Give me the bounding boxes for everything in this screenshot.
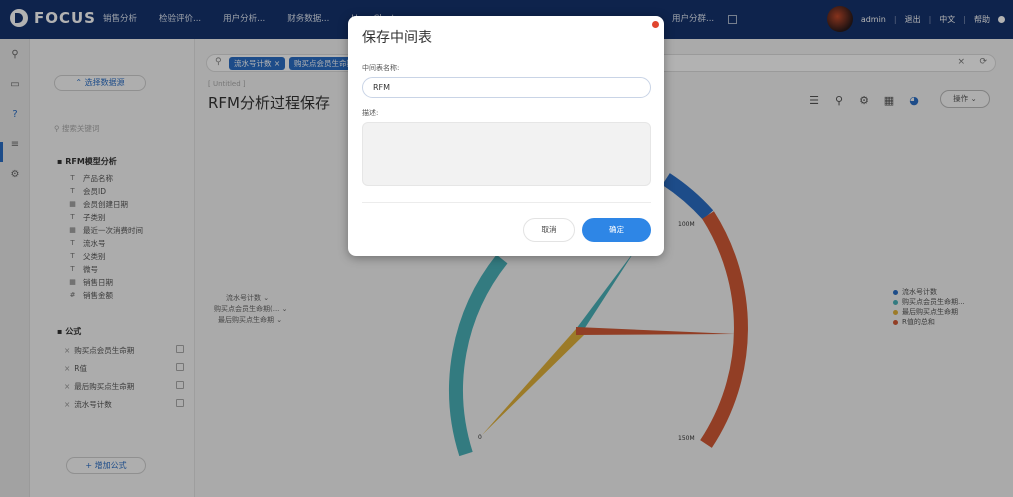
description-label: 描述: (362, 109, 379, 117)
cancel-button[interactable]: 取消 (523, 218, 575, 242)
description-textarea[interactable] (362, 122, 651, 186)
save-table-dialog: 保存中间表 中间表名称: RFM 描述: 取消 确定 (348, 16, 664, 256)
dialog-title: 保存中间表 (362, 30, 432, 46)
dialog-divider (362, 202, 651, 203)
close-icon[interactable] (652, 21, 659, 28)
table-name-input[interactable]: RFM (362, 77, 651, 98)
confirm-button[interactable]: 确定 (582, 218, 651, 242)
name-label: 中间表名称: (362, 64, 400, 72)
